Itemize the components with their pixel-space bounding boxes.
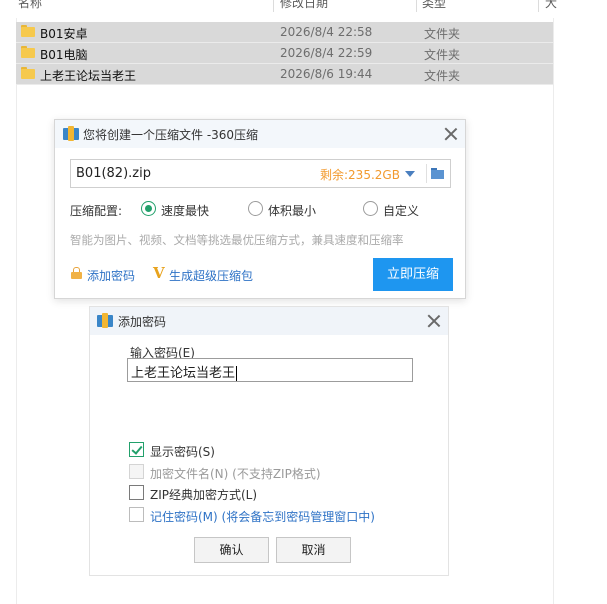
radio-button-icon[interactable]: [141, 201, 156, 216]
file-type: 文件夹: [424, 27, 461, 41]
chevron-down-icon[interactable]: [405, 171, 415, 177]
folder-icon: [21, 25, 35, 37]
file-type: 文件夹: [424, 69, 461, 83]
ok-button[interactable]: 确认: [194, 537, 269, 563]
radio-button-icon[interactable]: [248, 201, 263, 216]
column-header-size[interactable]: 大: [545, 0, 557, 11]
lock-icon[interactable]: [71, 267, 82, 279]
column-divider[interactable]: [416, 0, 417, 12]
radio-button-icon[interactable]: [363, 201, 378, 216]
folder-icon: [21, 67, 35, 79]
output-filename[interactable]: B01(82).zip: [76, 166, 151, 181]
file-name: B01安卓: [40, 27, 88, 41]
radio-label: 速度最快: [161, 204, 210, 218]
checkbox-label: ZIP经典加密方式(L): [150, 488, 258, 502]
compress-dialog-title: 您将创建一个压缩文件 -360压缩: [83, 128, 259, 142]
compress-dialog: 您将创建一个压缩文件 -360压缩 B01(82).zip 剩余:235.2GB…: [54, 119, 466, 299]
add-password-dialog: 添加密码 输入密码(E) 上老王论坛当老王 显示密码(S) 加密文件名(N) (…: [89, 306, 449, 576]
password-dialog-title: 添加密码: [118, 315, 167, 329]
radio-label: 体积最小: [268, 204, 317, 218]
radio-custom[interactable]: 自定义: [363, 201, 433, 218]
checkbox-label: 记住密码(M) (将会备忘到密码管理窗口中): [150, 510, 375, 524]
divider: [426, 164, 427, 183]
radio-smallest[interactable]: 体积最小: [248, 201, 328, 218]
password-input[interactable]: 上老王论坛当老王: [127, 358, 413, 382]
compress-now-button[interactable]: 立即压缩: [373, 258, 453, 291]
free-space-label: 剩余:235.2GB: [320, 168, 400, 182]
compression-hint: 智能为图片、视频、文档等挑选最优压缩方式，兼具速度和压缩率: [70, 233, 404, 247]
checkbox-label: 加密文件名(N) (不支持ZIP格式): [150, 467, 321, 481]
compress-dialog-titlebar[interactable]: 您将创建一个压缩文件 -360压缩: [55, 120, 465, 148]
file-type: 文件夹: [424, 48, 461, 62]
360zip-app-icon: [63, 126, 79, 141]
remember-password-checkbox[interactable]: 记住密码(M) (将会备忘到密码管理窗口中): [129, 507, 389, 524]
text-caret: [236, 366, 238, 381]
grid-line: [16, 18, 17, 604]
vip-v-icon[interactable]: V: [153, 264, 165, 282]
zip-classic-encryption-checkbox[interactable]: ZIP经典加密方式(L): [129, 485, 259, 502]
file-name: B01电脑: [40, 48, 88, 62]
file-date: 2026/8/4 22:59: [280, 46, 373, 60]
folder-icon: [21, 46, 35, 58]
column-header-type[interactable]: 类型: [422, 0, 446, 11]
column-divider[interactable]: [538, 0, 539, 12]
checkbox-icon: [129, 464, 144, 479]
checkbox-label: 显示密码(S): [150, 445, 215, 459]
grid-line: [553, 18, 554, 604]
folder-browse-icon[interactable]: [431, 168, 445, 179]
file-date: 2026/8/6 19:44: [280, 67, 373, 81]
encrypt-filenames-checkbox: 加密文件名(N) (不支持ZIP格式): [129, 464, 329, 481]
file-row[interactable]: B01安卓 2026/8/4 22:58 文件夹: [16, 22, 553, 43]
output-path-field[interactable]: B01(82).zip 剩余:235.2GB: [70, 159, 451, 188]
file-row[interactable]: 上老王论坛当老王 2026/8/6 19:44 文件夹: [16, 64, 553, 85]
add-password-link[interactable]: 添加密码: [87, 267, 135, 284]
column-header-date[interactable]: 修改日期: [280, 0, 328, 11]
column-divider[interactable]: [273, 0, 274, 12]
360zip-app-icon: [97, 313, 113, 328]
column-header-row: 名称 修改日期 类型 大: [0, 0, 607, 16]
checkbox-icon[interactable]: [129, 507, 144, 522]
file-name: 上老王论坛当老王: [40, 69, 137, 83]
close-icon[interactable]: [426, 313, 442, 329]
show-password-checkbox[interactable]: 显示密码(S): [129, 442, 219, 459]
file-date: 2026/8/4 22:58: [280, 25, 373, 39]
close-icon[interactable]: [443, 126, 459, 142]
radio-label: 自定义: [383, 204, 420, 218]
password-value[interactable]: 上老王论坛当老王: [131, 366, 235, 381]
compress-config-label: 压缩配置:: [70, 204, 123, 218]
super-package-link[interactable]: 生成超级压缩包: [169, 267, 253, 284]
cancel-button[interactable]: 取消: [276, 537, 351, 563]
radio-fastest[interactable]: 速度最快: [141, 201, 221, 218]
checkbox-icon[interactable]: [129, 442, 144, 457]
password-dialog-titlebar[interactable]: 添加密码: [90, 307, 448, 335]
checkbox-icon[interactable]: [129, 485, 144, 500]
column-header-name[interactable]: 名称: [18, 0, 42, 11]
file-row[interactable]: B01电脑 2026/8/4 22:59 文件夹: [16, 43, 553, 64]
